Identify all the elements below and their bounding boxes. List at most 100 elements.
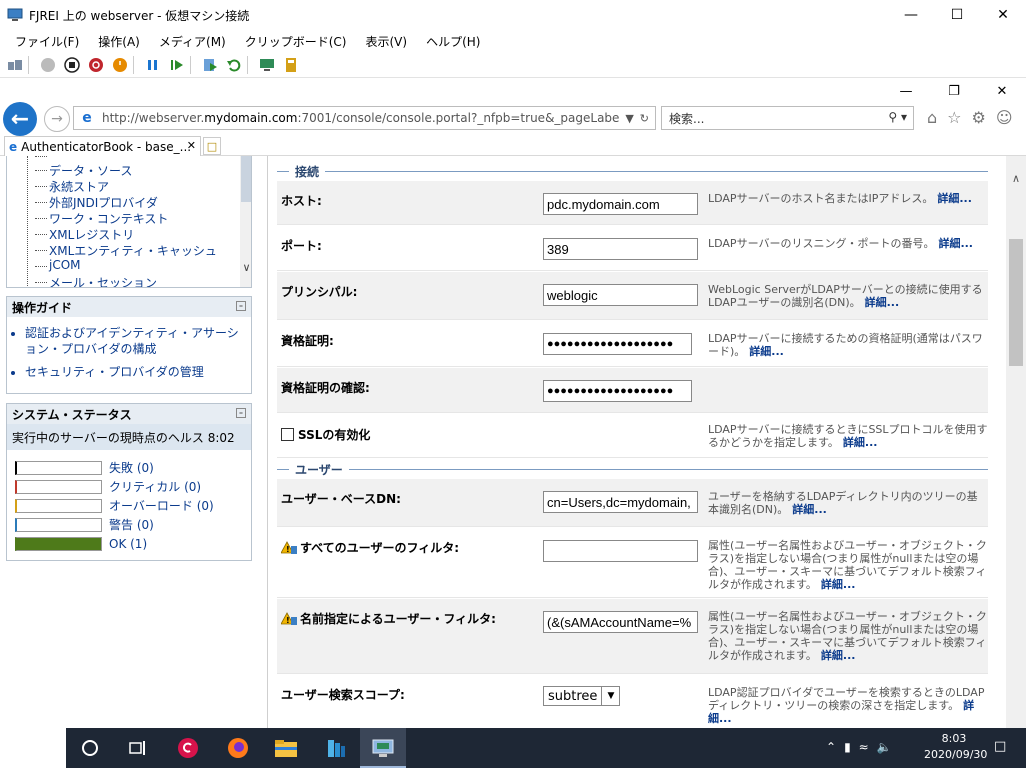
warning-icon: ! <box>280 611 297 626</box>
vm-connect-taskbar-icon[interactable] <box>371 736 395 760</box>
firefox-icon[interactable] <box>226 736 250 760</box>
all-users-filter-more-link[interactable]: 詳細... <box>821 578 856 591</box>
turn-off-icon[interactable] <box>63 56 81 74</box>
menu-action[interactable]: 操作(A) <box>89 33 149 50</box>
battery-icon[interactable]: ▮ <box>844 740 851 754</box>
menu-help[interactable]: ヘルプ(H) <box>417 33 489 50</box>
vm-window-title: FJREI 上の webserver - 仮想マシン接続 <box>29 8 250 23</box>
search-input[interactable]: 検索... ⚲ ▾ <box>661 106 914 130</box>
guide-link-manage-providers[interactable]: セキュリティ・プロバイダの管理 <box>25 364 245 380</box>
host-input[interactable]: pdc.mydomain.com <box>543 193 698 215</box>
start-icon[interactable] <box>39 56 57 74</box>
principal-more-link[interactable]: 詳細... <box>865 296 900 309</box>
guide-link-configure-auth[interactable]: 認証およびアイデンティティ・アサーション・プロバイダの構成 <box>25 325 245 357</box>
status-link-warning[interactable]: 警告 (0) <box>109 516 154 533</box>
vm-connect-icon <box>7 8 23 22</box>
section-connection: 接続 <box>277 162 988 180</box>
status-link-overloaded[interactable]: オーバーロード (0) <box>109 497 214 514</box>
chevron-up-icon[interactable]: ⌃ <box>826 740 836 754</box>
ssl-more-link[interactable]: 詳細... <box>843 436 878 449</box>
credential-input[interactable]: ●●●●●●●●●●●●●●●●●●● <box>543 333 692 355</box>
ssl-checkbox[interactable] <box>281 428 294 441</box>
address-row: ← → e http://webserver.mydomain.com:7001… <box>0 100 1026 136</box>
user-base-dn-input[interactable]: cn=Users,dc=mydomain, <box>543 491 698 513</box>
minimize-icon[interactable]: — <box>888 0 934 30</box>
tree-scrollbar[interactable]: ∨ <box>240 156 251 287</box>
search-icon[interactable]: ⚲ ▾ <box>888 110 907 124</box>
shutdown-icon[interactable] <box>87 56 105 74</box>
tree-item-work-context[interactable]: ワーク・コンテキスト <box>34 210 168 227</box>
file-explorer-icon[interactable] <box>274 736 298 760</box>
resume-icon[interactable] <box>168 56 186 74</box>
status-link-ok[interactable]: OK (1) <box>109 537 147 551</box>
page-scrollbar[interactable]: ∧ <box>1006 156 1026 728</box>
ctrl-alt-del-icon[interactable] <box>6 56 24 74</box>
favorites-star-icon[interactable]: ☆ <box>947 108 961 127</box>
status-link-failed[interactable]: 失敗 (0) <box>109 459 154 476</box>
cortana-icon[interactable] <box>78 736 102 760</box>
user-from-name-filter-input[interactable]: (&(sAMAccountName=% <box>543 611 698 633</box>
row-principal: プリンシパル: weblogic WebLogic ServerがLDAPサーバ… <box>277 272 988 320</box>
back-button[interactable]: ← <box>3 102 37 136</box>
network-icon[interactable]: ≈ <box>859 740 869 754</box>
port-more-link[interactable]: 詳細... <box>938 237 973 250</box>
pause-icon[interactable] <box>144 56 162 74</box>
scrollbar-thumb[interactable] <box>1009 239 1023 366</box>
maximize-icon[interactable]: ☐ <box>934 0 980 30</box>
enhanced-session-icon[interactable] <box>258 56 276 74</box>
tree-item-mail-session[interactable]: メール・セッション <box>34 274 157 287</box>
user-base-dn-more-link[interactable]: 詳細... <box>792 503 827 516</box>
tree-item-xml-registry[interactable]: XMLレジストリ <box>34 226 134 243</box>
debian-icon[interactable] <box>176 736 200 760</box>
collapse-icon[interactable]: – <box>236 408 246 418</box>
tree-item-foreign-jndi[interactable]: 外部JNDIプロバイダ <box>35 194 158 211</box>
host-more-link[interactable]: 詳細... <box>937 192 972 205</box>
server-manager-icon[interactable] <box>324 736 348 760</box>
address-bar[interactable]: e http://webserver.mydomain.com:7001/con… <box>73 106 656 130</box>
checkpoint-icon[interactable] <box>201 56 219 74</box>
chevron-up-icon[interactable]: ∧ <box>1006 172 1026 185</box>
menu-media[interactable]: メディア(M) <box>150 33 235 50</box>
forward-button[interactable]: → <box>44 106 70 132</box>
domain-structure-tree: データ・ソース 永続ストア 外部JNDIプロバイダ ワーク・コンテキスト XML… <box>6 156 252 288</box>
port-input[interactable]: 389 <box>543 238 698 260</box>
tree-item-data-source[interactable]: データ・ソース <box>34 162 132 179</box>
user-from-name-filter-more-link[interactable]: 詳細... <box>821 649 856 662</box>
credential-more-link[interactable]: 詳細... <box>749 345 784 358</box>
refresh-icon[interactable]: ↻ <box>640 112 649 125</box>
notification-icon[interactable]: □ <box>994 739 1006 754</box>
gear-icon[interactable]: ⚙ <box>972 108 986 127</box>
task-view-icon[interactable] <box>126 736 150 760</box>
smiley-icon[interactable]: ☺ <box>996 108 1013 127</box>
close-icon[interactable]: ✕ <box>980 0 1026 30</box>
home-icon[interactable]: ⌂ <box>927 108 937 127</box>
principal-input[interactable]: weblogic <box>543 284 698 306</box>
chevron-down-icon[interactable]: ∨ <box>240 261 251 274</box>
menu-view[interactable]: 表示(V) <box>357 33 417 50</box>
save-state-icon[interactable] <box>111 56 129 74</box>
user-search-scope-select[interactable]: subtree ▼ <box>543 685 621 707</box>
row-host: ホスト: pdc.mydomain.com LDAPサーバーのホスト名またはIP… <box>277 181 988 225</box>
system-status-title: システム・ステータス <box>12 407 132 422</box>
clock[interactable]: 8:03 2020/09/30 <box>924 731 987 763</box>
browser-tab[interactable]: e AuthenticatorBook - base_... ✕ <box>4 136 201 156</box>
share-icon[interactable] <box>282 56 300 74</box>
collapse-icon[interactable]: – <box>236 301 246 311</box>
port-label: ポート: <box>281 239 322 253</box>
menu-file[interactable]: ファイル(F) <box>6 33 88 50</box>
dropdown-icon[interactable]: ▼ <box>625 112 633 125</box>
row-credential-confirm: 資格証明の確認: ●●●●●●●●●●●●●●●●●●● <box>277 368 988 413</box>
tab-close-icon[interactable]: ✕ <box>187 139 196 152</box>
revert-icon[interactable] <box>225 56 243 74</box>
status-link-critical[interactable]: クリティカル (0) <box>109 478 201 495</box>
menu-clipboard[interactable]: クリップボード(C) <box>236 33 356 50</box>
new-tab-button[interactable]: □ <box>203 137 221 155</box>
url-text[interactable]: http://webserver.mydomain.com:7001/conso… <box>102 111 619 125</box>
chevron-down-icon[interactable]: ▼ <box>602 686 621 706</box>
tree-item-persistent-store[interactable]: 永続ストア <box>34 178 109 195</box>
tree-item-jcom[interactable]: jCOM <box>35 258 81 272</box>
tree-item-xml-entity-cache[interactable]: XMLエンティティ・キャッシュ <box>35 242 217 259</box>
credential-confirm-input[interactable]: ●●●●●●●●●●●●●●●●●●● <box>543 380 692 402</box>
volume-icon[interactable]: 🔈 <box>877 740 892 754</box>
all-users-filter-input[interactable] <box>543 540 698 562</box>
